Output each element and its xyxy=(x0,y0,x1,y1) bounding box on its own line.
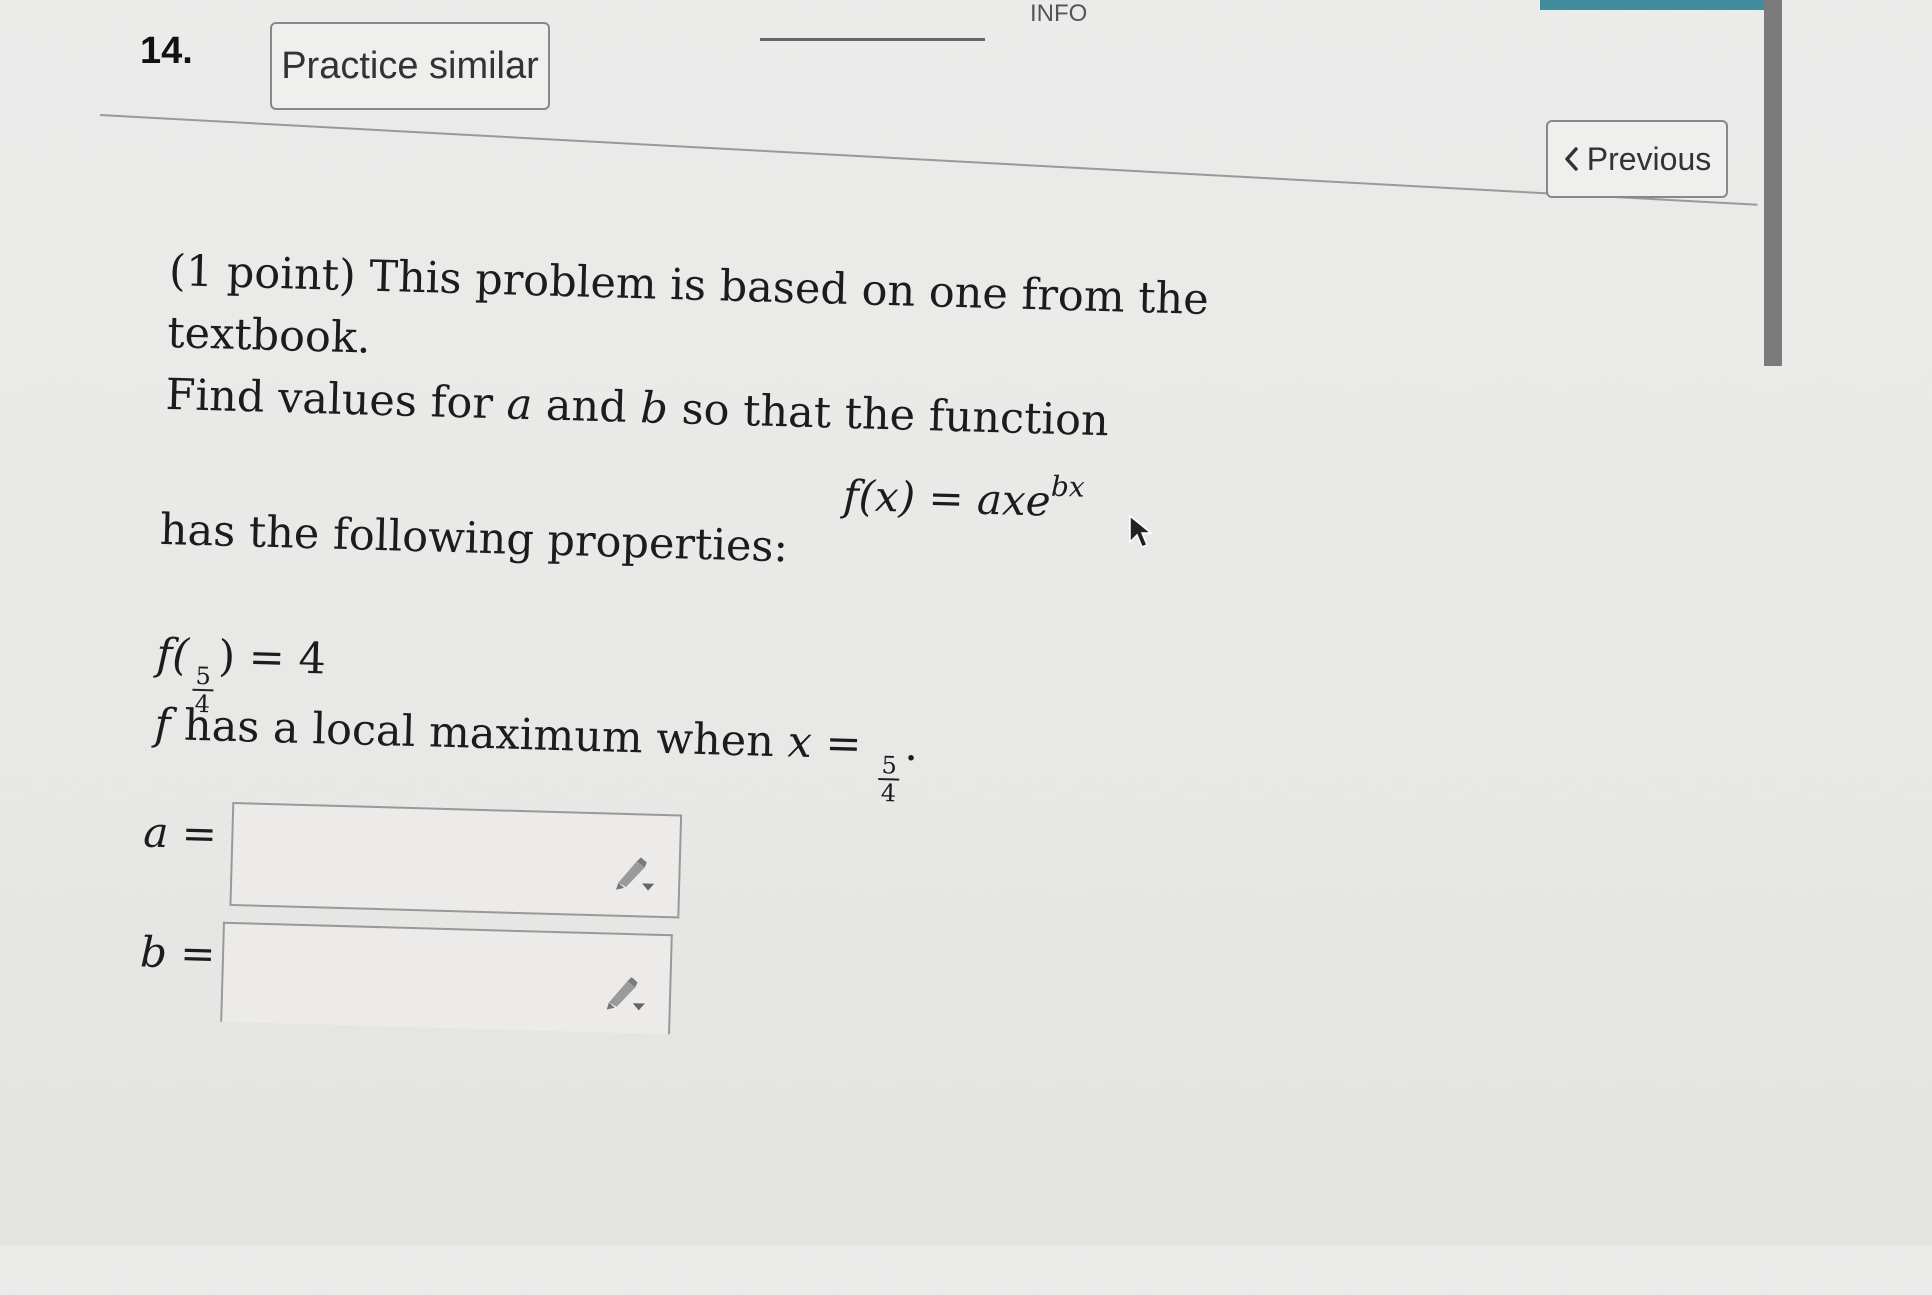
prop1-rest: ) = 4 xyxy=(217,631,327,685)
var-a: a xyxy=(505,379,533,431)
formula-exponent: bx xyxy=(1050,469,1086,504)
problem-intro: (1 point) This problem is based on one f… xyxy=(165,240,1270,457)
header-accent-bar xyxy=(1540,0,1772,10)
prop2-fraction: 54 xyxy=(878,751,901,808)
prop2-frac-num: 5 xyxy=(878,751,901,781)
pencil-dropdown-icon[interactable] xyxy=(612,853,657,894)
formula-rhs: axe xyxy=(976,474,1052,526)
answer-b-label: b = xyxy=(139,927,217,979)
answer-b-field[interactable] xyxy=(220,921,673,1035)
prop2-var: x xyxy=(786,717,813,769)
prop2-equals: = xyxy=(824,718,863,770)
prop2-text: has a local maximum when xyxy=(183,700,775,768)
function-formula: f(x) = axebx xyxy=(842,464,1085,527)
answer-a-label: a = xyxy=(142,807,218,859)
answer-a-field[interactable] xyxy=(229,801,683,919)
prop2-end: . xyxy=(903,720,919,772)
prop2-func: f xyxy=(153,699,172,751)
var-b: b xyxy=(639,383,669,434)
formula-equals: = xyxy=(927,473,965,524)
prop1-frac-num: 5 xyxy=(192,662,215,692)
problem-body: (1 point) This problem is based on one f… xyxy=(0,0,1932,1295)
prop2-frac-den: 4 xyxy=(880,779,897,808)
intro-prefix: Find values for xyxy=(164,369,494,430)
pencil-dropdown-icon[interactable] xyxy=(603,972,648,1013)
intro-suffix: so that the function xyxy=(680,384,1110,447)
property-2: f has a local maximum when x = 54. xyxy=(153,699,919,808)
prop1-func: f( xyxy=(155,629,190,681)
formula-lhs: f(x) xyxy=(842,470,916,522)
properties-intro: has the following properties: xyxy=(159,504,789,573)
and-word: and xyxy=(545,380,628,433)
mouse-cursor-icon xyxy=(1129,514,1154,548)
